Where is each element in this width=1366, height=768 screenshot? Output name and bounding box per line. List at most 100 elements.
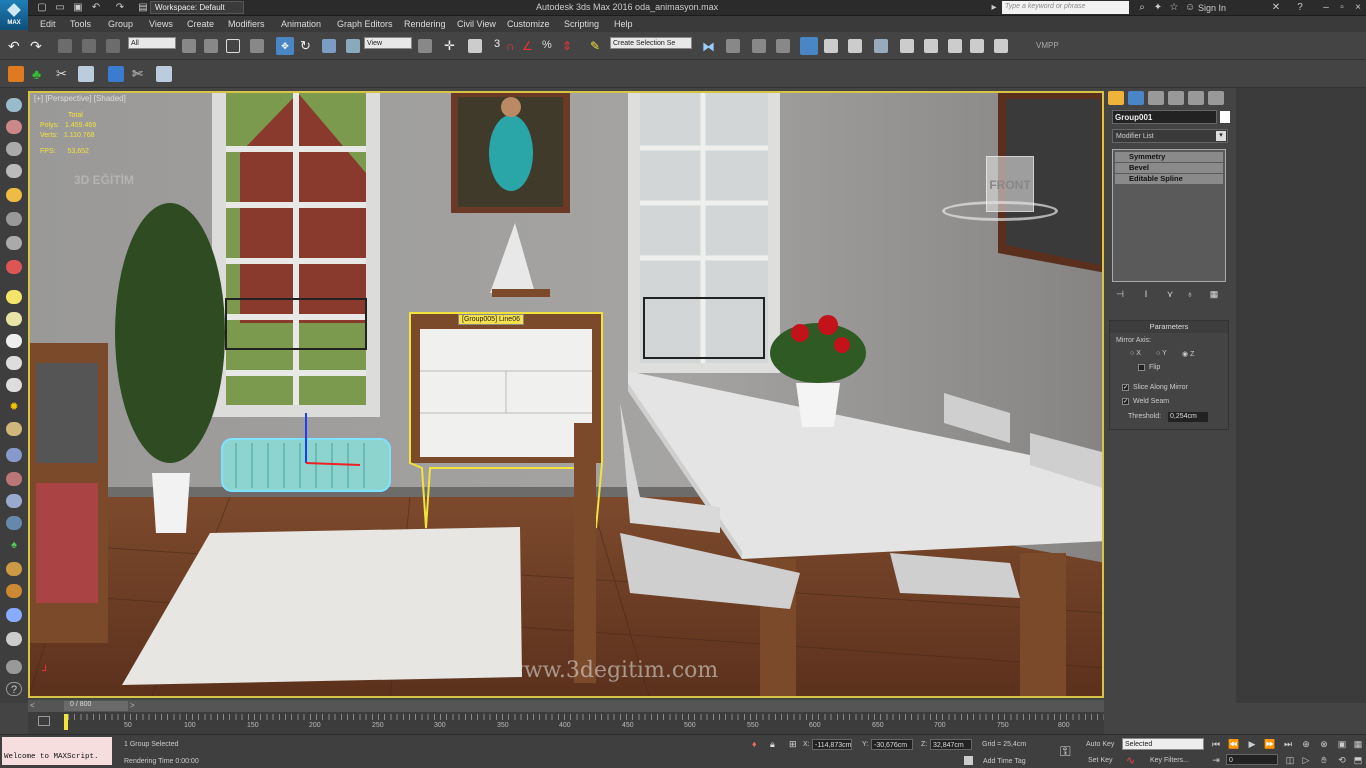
configure-sets-icon[interactable]: ▦: [1208, 288, 1220, 300]
select-object-icon[interactable]: [182, 39, 196, 53]
slice-checkbox[interactable]: ✓: [1122, 384, 1129, 391]
save-icon[interactable]: ▣: [72, 2, 84, 13]
new-file-icon[interactable]: ▢: [36, 2, 48, 13]
select-by-name-icon[interactable]: [204, 39, 218, 53]
app-logo[interactable]: MAX: [0, 0, 28, 30]
remove-modifier-icon[interactable]: ♁: [1184, 288, 1196, 300]
undo-icon[interactable]: ↶: [90, 2, 102, 13]
time-config-icon[interactable]: ◫: [1284, 754, 1296, 766]
named-selection-dropdown[interactable]: Create Selection Se: [610, 37, 692, 49]
project-folder-icon[interactable]: ▤: [137, 2, 149, 13]
selection-filter-dropdown[interactable]: All: [128, 37, 176, 49]
key-filters-button[interactable]: Key Filters...: [1150, 757, 1189, 764]
menu-views[interactable]: Views: [149, 19, 173, 29]
mirror-icon[interactable]: ⧓: [702, 39, 716, 54]
rendered-frame-icon[interactable]: [900, 39, 914, 53]
render-active-icon[interactable]: [970, 39, 984, 53]
helper-icon[interactable]: [6, 212, 22, 226]
tools-icon[interactable]: ✂: [56, 66, 72, 82]
flip-checkbox[interactable]: [1138, 364, 1145, 371]
x-coordinate-field[interactable]: -114,873cm: [812, 739, 852, 750]
menu-tools[interactable]: Tools: [70, 19, 91, 29]
snap-magnet-icon[interactable]: ∩: [506, 39, 520, 53]
workspace-dropdown[interactable]: Workspace: Default: [150, 1, 244, 14]
threshold-spinner[interactable]: 0,254cm: [1168, 412, 1208, 422]
globe-icon[interactable]: [6, 516, 22, 530]
viewport-tool-icon[interactable]: [6, 98, 22, 112]
percent-snap-icon[interactable]: %: [542, 39, 556, 53]
favorites-icon[interactable]: ☆: [1168, 2, 1180, 13]
stack-item-editable-spline[interactable]: Editable Spline: [1115, 174, 1223, 184]
sun-icon[interactable]: ✹: [6, 400, 22, 414]
edit-named-selection-icon[interactable]: ✎: [590, 39, 604, 53]
place-icon[interactable]: [346, 39, 360, 53]
object-color-swatch[interactable]: [1220, 111, 1230, 123]
track-bar[interactable]: 50 100 150 200 250 300 350 400 450 500 5…: [28, 712, 1104, 734]
snaps-toggle-icon[interactable]: 3: [494, 38, 500, 50]
pin-stack-icon[interactable]: ⊣: [1114, 288, 1126, 300]
minimize-button[interactable]: –: [1320, 2, 1332, 13]
angle-snap-icon[interactable]: ∠: [522, 39, 536, 53]
hierarchy-tab-icon[interactable]: [1148, 91, 1164, 105]
cone-icon[interactable]: [6, 378, 22, 392]
menu-help[interactable]: Help: [614, 19, 633, 29]
time-slider-thumb[interactable]: 0 / 800: [64, 701, 128, 711]
key-icon[interactable]: ⚿: [1060, 743, 1071, 760]
object-name-field[interactable]: Group001: [1112, 110, 1217, 124]
render-setup-icon[interactable]: [874, 39, 888, 53]
layers-icon[interactable]: [6, 660, 22, 674]
camera-icon[interactable]: [6, 120, 22, 134]
menu-modifiers[interactable]: Modifiers: [228, 19, 265, 29]
table-icon[interactable]: [78, 66, 94, 82]
plane-icon[interactable]: [6, 290, 22, 304]
redo-icon[interactable]: ↷: [114, 2, 126, 13]
system-icon[interactable]: [6, 260, 22, 274]
schematic-view-icon[interactable]: [824, 39, 838, 53]
menu-scripting[interactable]: Scripting: [564, 19, 599, 29]
user-icon[interactable]: ☺: [1184, 2, 1196, 13]
material-sphere-icon[interactable]: [6, 422, 22, 436]
curve-editor-icon[interactable]: [800, 37, 818, 55]
tree-icon[interactable]: ♣: [32, 66, 48, 82]
render-region-icon[interactable]: [994, 39, 1008, 53]
viewcube[interactable]: FRONT: [986, 156, 1034, 212]
stack-item-symmetry[interactable]: Symmetry: [1115, 152, 1223, 162]
maxscript-listener[interactable]: Welcome to MAXScript.: [2, 737, 112, 765]
add-time-tag[interactable]: Add Time Tag: [983, 758, 1026, 765]
lock-selection-icon[interactable]: 🔒︎: [770, 739, 775, 750]
frames-icon[interactable]: [8, 66, 24, 82]
redo-icon[interactable]: ↷: [30, 39, 44, 53]
maximize-button[interactable]: ▫: [1336, 2, 1348, 13]
spacewarp-icon[interactable]: [6, 236, 22, 250]
sign-in-link[interactable]: Sign In: [1198, 3, 1226, 13]
make-unique-icon[interactable]: ⋎: [1164, 288, 1176, 300]
play-icon[interactable]: ▶: [1246, 738, 1258, 750]
next-key-icon[interactable]: ⏩: [1264, 738, 1276, 750]
layer-explorer-icon[interactable]: [752, 39, 766, 53]
sphere-icon[interactable]: [6, 164, 22, 178]
cloth-icon[interactable]: [6, 494, 22, 508]
search-icon[interactable]: ⌕: [1136, 2, 1148, 13]
motion-tab-icon[interactable]: [1168, 91, 1184, 105]
fur-icon[interactable]: [6, 584, 22, 598]
menu-edit[interactable]: Edit: [40, 19, 56, 29]
scale-tool-icon[interactable]: [322, 39, 336, 53]
next-frame-icon[interactable]: >: [130, 701, 135, 710]
pan-icon[interactable]: ✋︎: [1318, 754, 1330, 766]
light-icon[interactable]: [6, 188, 22, 202]
zoom-all-icon[interactable]: ⊗: [1318, 738, 1330, 750]
key-curve-icon[interactable]: ∿: [1126, 754, 1135, 767]
hair-icon[interactable]: [6, 562, 22, 576]
chevron-down-icon[interactable]: ▾: [1216, 131, 1226, 141]
move-tool-icon[interactable]: ✥: [276, 37, 294, 55]
rect-selection-icon[interactable]: [226, 39, 240, 53]
key-mode-toggle-icon[interactable]: ⇥: [1210, 754, 1222, 766]
orbit-icon[interactable]: ⟲: [1336, 754, 1348, 766]
auto-key-button[interactable]: Auto Key: [1086, 741, 1114, 748]
undo-icon[interactable]: ↶: [8, 39, 22, 53]
grid-icon[interactable]: [6, 448, 22, 462]
menu-customize[interactable]: Customize: [507, 19, 550, 29]
prev-frame-icon[interactable]: <: [30, 701, 35, 710]
bind-space-warp-icon[interactable]: [106, 39, 120, 53]
geosphere-icon[interactable]: [6, 312, 22, 326]
